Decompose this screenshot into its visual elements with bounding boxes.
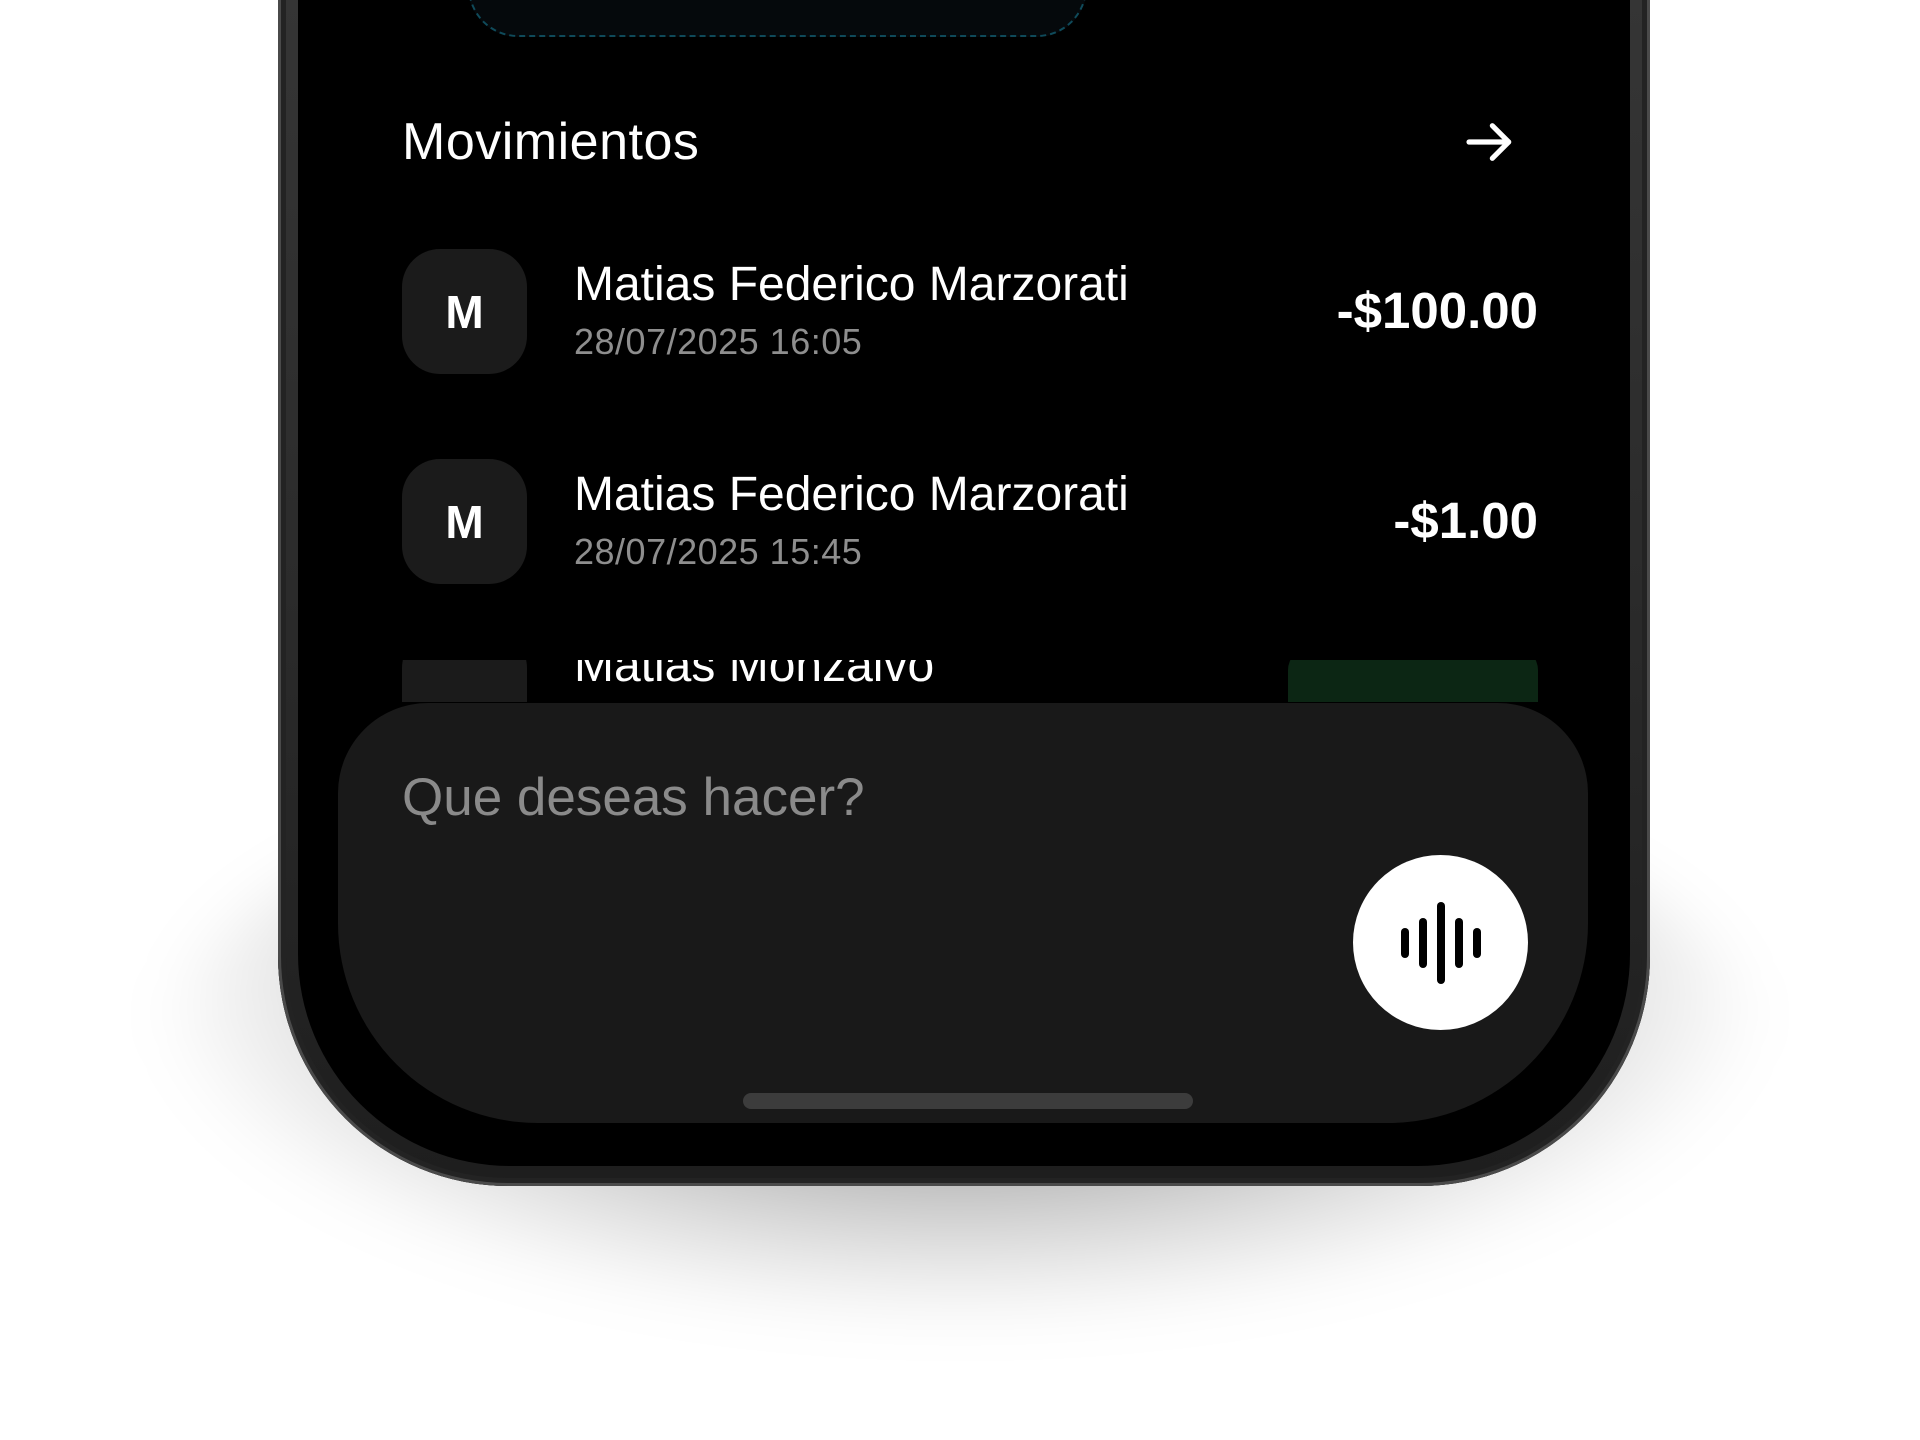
phone-screen: Movimientos M Matias Federico Marzorati … (298, 0, 1630, 1166)
voice-waveform-icon (1400, 901, 1481, 984)
voice-button[interactable] (1353, 855, 1528, 1030)
transaction-date: 28/07/2025 16:05 (574, 321, 863, 362)
avatar (402, 660, 527, 702)
stage: Movimientos M Matias Federico Marzorati … (0, 0, 1920, 1440)
see-all-movements-button[interactable] (1458, 110, 1522, 174)
avatar: M (402, 459, 527, 584)
avatar: M (402, 249, 527, 374)
transaction-row[interactable]: M Matias Federico Marzorati 28/07/2025 1… (402, 459, 1538, 587)
assistant-panel[interactable]: Que deseas hacer? (338, 703, 1588, 1123)
transaction-name: Matias Monzalvo (574, 660, 935, 692)
transaction-name: Matias Federico Marzorati (574, 258, 1129, 311)
movements-title: Movimientos (402, 113, 700, 171)
transaction-amount: -$100.00 (1336, 282, 1538, 339)
assistant-input[interactable]: Que deseas hacer? (402, 767, 865, 828)
arrow-right-icon (1466, 123, 1512, 161)
transaction-amount: -$1.00 (1393, 492, 1538, 549)
partial-row-clip: Matias Monzalvo (298, 660, 1630, 702)
top-card-edge (468, 0, 1087, 37)
home-indicator (743, 1093, 1193, 1109)
transaction-name: Matias Federico Marzorati (574, 468, 1129, 521)
transaction-row[interactable]: Matias Monzalvo (402, 660, 1538, 702)
transaction-row[interactable]: M Matias Federico Marzorati 28/07/2025 1… (402, 249, 1538, 377)
positive-amount-badge (1288, 660, 1538, 702)
transaction-date: 28/07/2025 15:45 (574, 531, 863, 572)
